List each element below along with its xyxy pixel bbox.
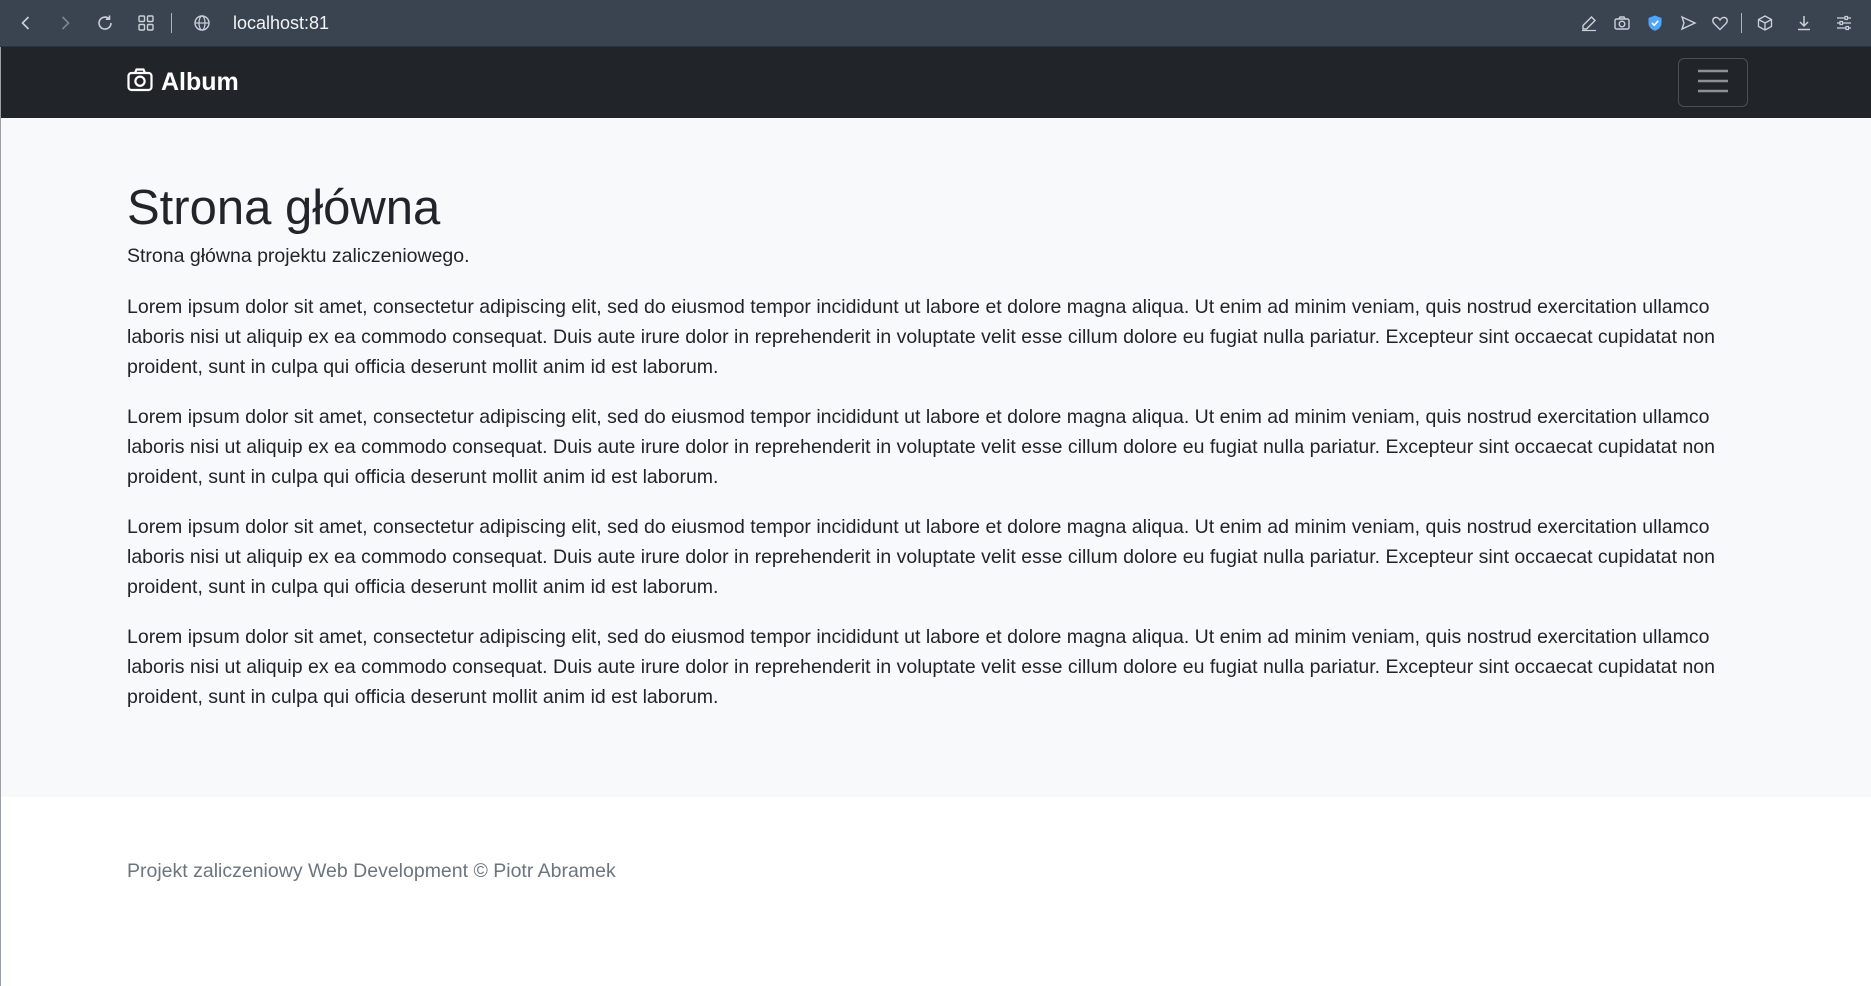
page-title: Strona główna bbox=[127, 181, 441, 235]
tabs-grid-icon[interactable] bbox=[134, 11, 158, 35]
reload-icon[interactable] bbox=[93, 11, 117, 35]
address-bar-url[interactable]: localhost:81 bbox=[233, 13, 329, 34]
toolbar-divider bbox=[171, 13, 172, 33]
body-paragraph: Lorem ipsum dolor sit amet, consectetur … bbox=[127, 515, 1715, 598]
footer-copyright: Projekt zaliczeniowy Web Development © P… bbox=[127, 860, 616, 882]
hamburger-icon bbox=[1697, 68, 1729, 97]
content-container: Strona główna Strona główna projektu zal… bbox=[127, 180, 1717, 732]
globe-icon bbox=[190, 11, 214, 35]
toolbar-divider bbox=[1741, 13, 1742, 33]
body-paragraph: Lorem ipsum dolor sit amet, consectetur … bbox=[127, 295, 1715, 378]
back-icon[interactable] bbox=[14, 11, 38, 35]
navbar-toggler-button[interactable] bbox=[1678, 58, 1748, 107]
body-paragraph: Lorem ipsum dolor sit amet, consectetur … bbox=[127, 625, 1715, 708]
box-icon[interactable] bbox=[1753, 11, 1777, 35]
body-paragraph: Lorem ipsum dolor sit amet, consectetur … bbox=[127, 405, 1715, 488]
camera-icon bbox=[127, 68, 153, 97]
camera-icon[interactable] bbox=[1610, 11, 1634, 35]
site-footer: Projekt zaliczeniowy Web Development © P… bbox=[0, 797, 1871, 986]
heart-icon[interactable] bbox=[1708, 11, 1732, 35]
brand-link[interactable]: Album bbox=[127, 68, 239, 97]
browser-toolbar: localhost:81 bbox=[0, 0, 1871, 47]
shield-icon[interactable] bbox=[1643, 11, 1667, 35]
page-lead: Strona główna projektu zaliczeniowego. bbox=[127, 245, 470, 268]
brand-name: Album bbox=[161, 68, 239, 96]
download-icon[interactable] bbox=[1792, 11, 1816, 35]
main-content: Strona główna Strona główna projektu zal… bbox=[0, 118, 1871, 797]
edit-icon[interactable] bbox=[1577, 11, 1601, 35]
send-icon[interactable] bbox=[1676, 11, 1700, 35]
forward-icon[interactable] bbox=[53, 11, 77, 35]
site-navbar: Album bbox=[0, 47, 1871, 118]
settings-sliders-icon[interactable] bbox=[1832, 11, 1856, 35]
